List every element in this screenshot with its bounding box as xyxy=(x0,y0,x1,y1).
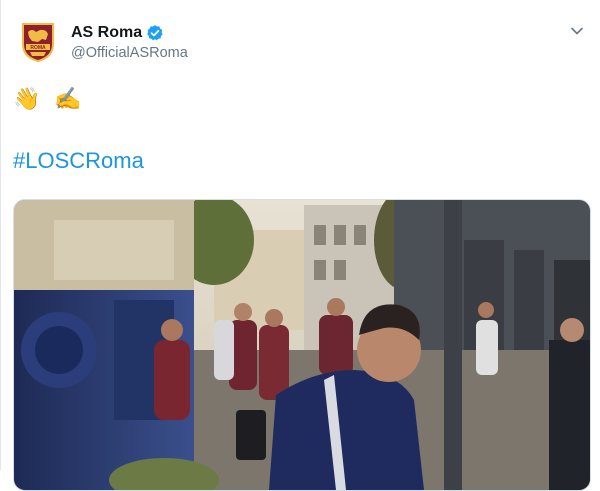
timeline-border xyxy=(0,0,1,470)
avatar[interactable]: ROMA xyxy=(16,20,60,64)
as-roma-crest-logo: ROMA xyxy=(22,23,54,62)
name-row: AS Roma xyxy=(71,24,164,42)
svg-text:ROMA: ROMA xyxy=(30,45,46,51)
video-media[interactable] xyxy=(13,199,591,491)
display-name[interactable]: AS Roma xyxy=(71,24,142,42)
chevron-down-icon[interactable] xyxy=(570,24,584,38)
verified-badge-icon xyxy=(146,24,164,42)
tweet-emoji-line: 👋 ✍️ xyxy=(13,84,82,114)
waving-hand-emoji: 👋 xyxy=(13,86,41,111)
tweet-header: ROMA AS Roma @OfficialASRoma xyxy=(13,14,588,70)
writing-hand-emoji: ✍️ xyxy=(54,86,82,111)
video-frame xyxy=(14,200,590,490)
hashtag-link[interactable]: #LOSCRoma xyxy=(13,148,144,174)
handle[interactable]: @OfficialASRoma xyxy=(71,45,188,61)
